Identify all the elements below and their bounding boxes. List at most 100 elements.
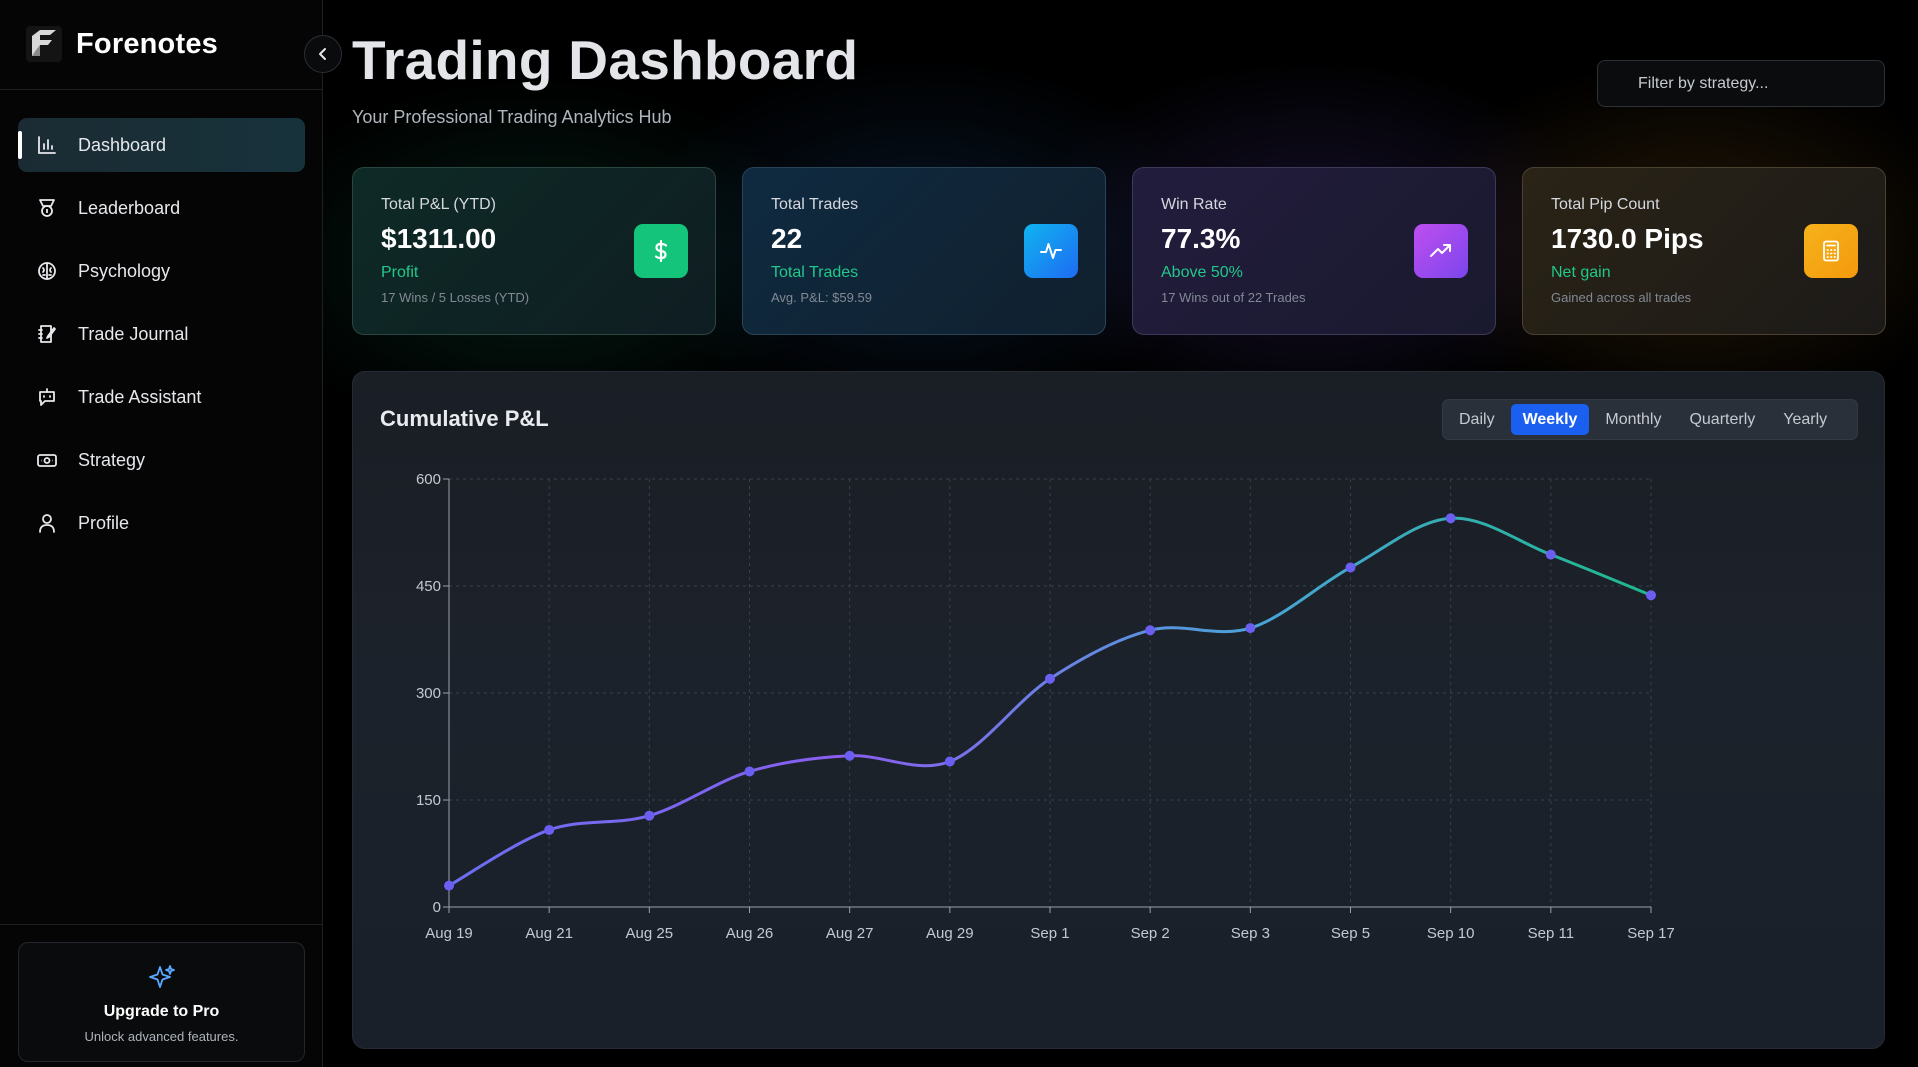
sidebar-item-profile[interactable]: Profile — [18, 496, 305, 550]
activity-icon — [1024, 224, 1078, 278]
sidebar-divider — [0, 924, 323, 925]
x-tick-label: Sep 17 — [1627, 925, 1675, 942]
stat-status: Above 50% — [1161, 264, 1243, 281]
collapse-sidebar-button[interactable] — [304, 35, 342, 73]
stat-label: Total Trades — [771, 196, 859, 213]
sidebar-item-psychology[interactable]: Psychology — [18, 244, 305, 298]
sidebar: Forenotes Dashboard Leaderboard Psycholo… — [0, 0, 323, 1067]
bar-chart-icon — [36, 134, 58, 156]
x-tick-label: Aug 27 — [826, 925, 874, 942]
stat-note: Gained across all trades — [1551, 290, 1692, 305]
y-tick-label: 0 — [433, 899, 441, 916]
chart-title: Cumulative P&L — [380, 406, 549, 431]
x-tick-label: Sep 11 — [1528, 925, 1574, 942]
stat-value: 22 — [771, 223, 803, 254]
stat-label: Total P&L (YTD) — [381, 196, 496, 213]
x-tick-label: Aug 26 — [726, 925, 774, 942]
banknote-icon — [36, 449, 58, 471]
trending-up-icon — [1414, 224, 1468, 278]
data-point — [1245, 623, 1256, 634]
stat-card-total-pnl: Total P&L (YTD) $1311.00 Profit 17 Wins … — [352, 167, 716, 335]
main-content: Trading Dashboard Your Professional Trad… — [323, 0, 1918, 1067]
y-tick-label: 450 — [416, 578, 441, 595]
sidebar-item-trade-assistant[interactable]: Trade Assistant — [18, 370, 305, 424]
app-name: Forenotes — [76, 27, 218, 60]
tab-weekly[interactable]: Weekly — [1510, 404, 1590, 435]
time-range-tabs: Daily Weekly Monthly Quarterly Yearly — [1442, 399, 1858, 440]
stat-value: $1311.00 — [381, 223, 497, 254]
y-tick-label: 300 — [416, 685, 441, 702]
medal-icon — [36, 197, 58, 219]
stat-value: 77.3% — [1161, 223, 1241, 254]
upgrade-title: Upgrade to Pro — [103, 1003, 220, 1020]
stat-card-win-rate: Win Rate 77.3% Above 50% 17 Wins out of … — [1132, 167, 1496, 335]
stat-status: Profit — [381, 264, 419, 281]
tab-monthly[interactable]: Monthly — [1593, 404, 1673, 435]
stat-value: 1730.0 Pips — [1551, 223, 1704, 254]
sidebar-item-trade-journal[interactable]: Trade Journal — [18, 307, 305, 361]
dollar-icon — [634, 224, 688, 278]
data-point — [444, 880, 454, 891]
x-tick-label: Sep 1 — [1030, 925, 1069, 942]
stat-label: Win Rate — [1161, 196, 1227, 213]
brand[interactable]: Forenotes — [26, 24, 218, 64]
tab-yearly[interactable]: Yearly — [1771, 404, 1839, 435]
y-tick-label: 600 — [416, 471, 441, 488]
page-subtitle: Your Professional Trading Analytics Hub — [352, 107, 672, 127]
brain-icon — [36, 260, 58, 282]
data-point — [644, 810, 655, 821]
user-icon — [36, 512, 58, 534]
sidebar-item-dashboard[interactable]: Dashboard — [18, 118, 305, 172]
upgrade-subtitle: Unlock advanced features. — [84, 1029, 239, 1044]
data-point — [1545, 549, 1556, 560]
sidebar-item-label: Trade Journal — [78, 323, 189, 344]
x-tick-label: Aug 21 — [525, 925, 573, 942]
data-point — [944, 756, 955, 767]
x-tick-label: Aug 19 — [425, 925, 473, 942]
bot-icon — [36, 386, 58, 408]
stat-cards: Total P&L (YTD) $1311.00 Profit 17 Wins … — [352, 167, 1886, 335]
stat-label: Total Pip Count — [1551, 196, 1660, 213]
sidebar-item-label: Dashboard — [78, 134, 167, 155]
journal-icon — [36, 323, 58, 345]
data-point — [544, 824, 555, 835]
data-point — [1345, 562, 1356, 573]
y-tick-label: 150 — [416, 792, 441, 809]
data-point — [1145, 625, 1156, 636]
stat-note: Avg. P&L: $59.59 — [771, 290, 872, 305]
x-tick-label: Aug 29 — [926, 925, 974, 942]
calculator-icon — [1804, 224, 1858, 278]
data-point — [844, 750, 855, 761]
sidebar-item-label: Profile — [78, 512, 130, 533]
stat-note: 17 Wins / 5 Losses (YTD) — [381, 290, 530, 305]
cumulative-pnl-panel: 0 150 300 450 600 Aug 19 Aug 21 Aug 25 Aug 26 Aug… — [352, 371, 1885, 1049]
tab-quarterly[interactable]: Quarterly — [1677, 404, 1767, 435]
data-point — [744, 766, 755, 777]
x-tick-label: Sep 5 — [1331, 925, 1370, 942]
x-tick-label: Aug 25 — [626, 925, 674, 942]
stat-card-pip-count: Total Pip Count 1730.0 Pips Net gain Gai… — [1522, 167, 1886, 335]
sidebar-item-strategy[interactable]: Strategy — [18, 433, 305, 487]
x-tick-label: Sep 10 — [1427, 925, 1475, 942]
upgrade-to-pro-card[interactable]: Upgrade to Pro Unlock advanced features. — [18, 942, 305, 1062]
sidebar-item-label: Trade Assistant — [78, 386, 202, 407]
strategy-filter-input[interactable] — [1597, 60, 1885, 107]
sidebar-item-leaderboard[interactable]: Leaderboard — [18, 181, 305, 235]
cumulative-pnl-chart: 0 150 300 450 600 Aug 19 Aug 21 Aug 25 Aug 26 Aug… — [416, 471, 1675, 942]
data-point — [1445, 513, 1456, 524]
sidebar-item-label: Psychology — [78, 260, 171, 281]
data-point — [1646, 590, 1656, 601]
sidebar-nav: Dashboard Leaderboard Psychology Trade J… — [18, 118, 305, 559]
stat-status: Total Trades — [771, 264, 859, 281]
chevron-left-icon — [319, 48, 326, 60]
sidebar-divider — [0, 89, 323, 90]
sidebar-item-label: Strategy — [78, 449, 146, 470]
forenotes-logo-icon — [26, 26, 62, 62]
tab-daily[interactable]: Daily — [1447, 404, 1507, 435]
stat-note: 17 Wins out of 22 Trades — [1161, 290, 1306, 305]
x-tick-label: Sep 3 — [1231, 925, 1270, 942]
sidebar-item-label: Leaderboard — [78, 197, 181, 218]
data-point — [1045, 673, 1055, 684]
page-title: Trading Dashboard — [352, 29, 859, 91]
stat-status: Net gain — [1551, 264, 1611, 281]
